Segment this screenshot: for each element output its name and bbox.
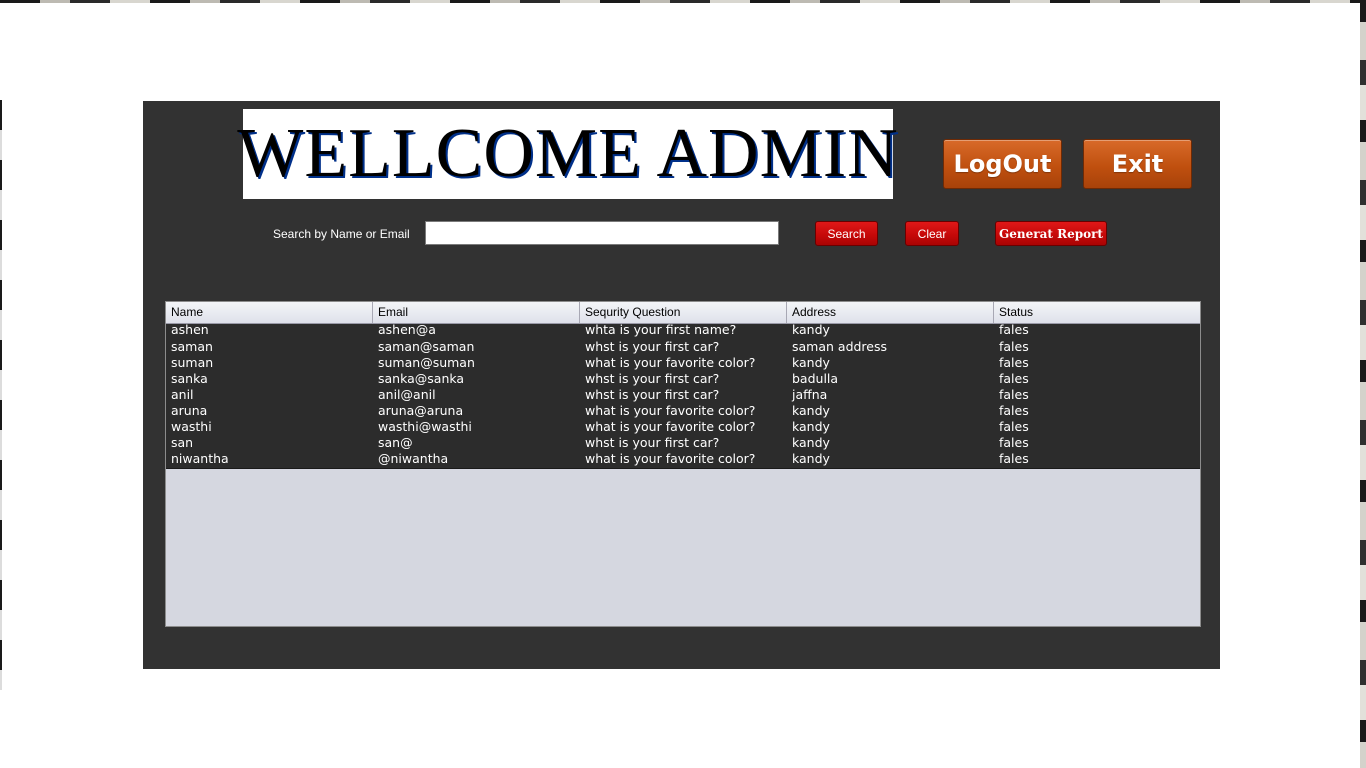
cell-name: anil — [171, 388, 194, 402]
column-header-address[interactable]: Address — [787, 302, 994, 323]
desktop-wallpaper-left — [0, 100, 2, 690]
cell-name: san — [171, 436, 194, 450]
cell-email: san@ — [378, 436, 413, 450]
cell-security-question: what is your favorite color? — [585, 356, 756, 370]
cell-name: saman — [171, 340, 213, 354]
cell-email: anil@anil — [378, 388, 436, 402]
column-header-security-question[interactable]: Sequrity Question — [580, 302, 787, 323]
exit-button[interactable]: Exit — [1083, 139, 1192, 189]
table-row[interactable]: suman suman@suman what is your favorite co… — [166, 356, 1200, 372]
clear-button[interactable]: Clear — [905, 221, 959, 246]
cell-name: niwantha — [171, 452, 229, 466]
cell-address: saman address — [792, 340, 888, 354]
cell-security-question: whst is your first car? — [585, 388, 720, 402]
table-header: Name Email Sequrity Question Address Sta… — [166, 302, 1200, 324]
cell-status: fales — [999, 420, 1029, 434]
logout-button[interactable]: LogOut — [943, 139, 1062, 189]
cell-security-question: what is your favorite color? — [585, 420, 756, 434]
search-label: Search by Name or Email — [273, 227, 410, 241]
cell-name: wasthi — [171, 420, 212, 434]
cell-address: kandy — [792, 404, 830, 418]
desktop-wallpaper-right — [1360, 0, 1366, 768]
cell-address: kandy — [792, 420, 830, 434]
cell-security-question: what is your favorite color? — [585, 404, 756, 418]
cell-email: @niwantha — [378, 452, 449, 466]
column-header-status[interactable]: Status — [994, 302, 1200, 323]
desktop-wallpaper-top — [0, 0, 1366, 3]
cell-address: kandy — [792, 452, 830, 466]
table-row[interactable]: anil anil@anil whst is your first car? jaff… — [166, 388, 1200, 404]
table-row[interactable]: niwantha @niwantha what is your favorite c… — [166, 452, 1200, 468]
cell-status: fales — [999, 436, 1029, 450]
cell-name: ashen — [171, 324, 209, 337]
cell-address: kandy — [792, 356, 830, 370]
search-button[interactable]: Search — [815, 221, 878, 246]
cell-status: fales — [999, 340, 1029, 354]
cell-security-question: whst is your first car? — [585, 436, 720, 450]
cell-email: wasthi@wasthi — [378, 420, 472, 434]
cell-address: jaffna — [792, 388, 828, 402]
cell-security-question: whst is your first car? — [585, 340, 720, 354]
generate-report-button[interactable]: Generat Report — [995, 221, 1107, 246]
cell-name: suman — [171, 356, 214, 370]
cell-status: fales — [999, 372, 1029, 386]
cell-security-question: what is your favorite color? — [585, 452, 756, 466]
table-row[interactable]: wasthi wasthi@wasthi what is your favorite… — [166, 420, 1200, 436]
cell-status: fales — [999, 452, 1029, 466]
search-input[interactable] — [425, 221, 779, 245]
table-row[interactable]: san san@ whst is your first car? kandy fales — [166, 436, 1200, 452]
cell-email: aruna@aruna — [378, 404, 464, 418]
cell-email: suman@suman — [378, 356, 475, 370]
table-body: ashen ashen@a whta is your first name? kand… — [166, 324, 1200, 469]
cell-status: fales — [999, 324, 1029, 337]
cell-name: sanka — [171, 372, 208, 386]
cell-status: fales — [999, 404, 1029, 418]
welcome-title: WELLCOME ADMIN — [237, 115, 899, 192]
cell-email: saman@saman — [378, 340, 475, 354]
cell-address: kandy — [792, 324, 830, 337]
table-row[interactable]: saman saman@saman whst is your first car? s… — [166, 340, 1200, 356]
cell-address: kandy — [792, 436, 830, 450]
table-row[interactable]: sanka sanka@sanka whst is your first car? b… — [166, 372, 1200, 388]
welcome-banner: WELLCOME ADMIN — [237, 109, 898, 199]
cell-name: aruna — [171, 404, 208, 418]
admin-panel: WELLCOME ADMIN LogOut Exit Search by Nam… — [143, 101, 1220, 669]
cell-email: ashen@a — [378, 324, 436, 337]
cell-status: fales — [999, 356, 1029, 370]
cell-security-question: whst is your first car? — [585, 372, 720, 386]
table-row[interactable]: aruna aruna@aruna what is your favorite co… — [166, 404, 1200, 420]
cell-security-question: whta is your first name? — [585, 324, 737, 337]
cell-status: fales — [999, 388, 1029, 402]
column-header-email[interactable]: Email — [373, 302, 580, 323]
cell-address: badulla — [792, 372, 839, 386]
table-row[interactable]: ashen ashen@a whta is your first name? kand… — [166, 324, 1200, 340]
cell-email: sanka@sanka — [378, 372, 465, 386]
column-header-name[interactable]: Name — [166, 302, 373, 323]
users-table[interactable]: Name Email Sequrity Question Address Sta… — [165, 301, 1201, 627]
